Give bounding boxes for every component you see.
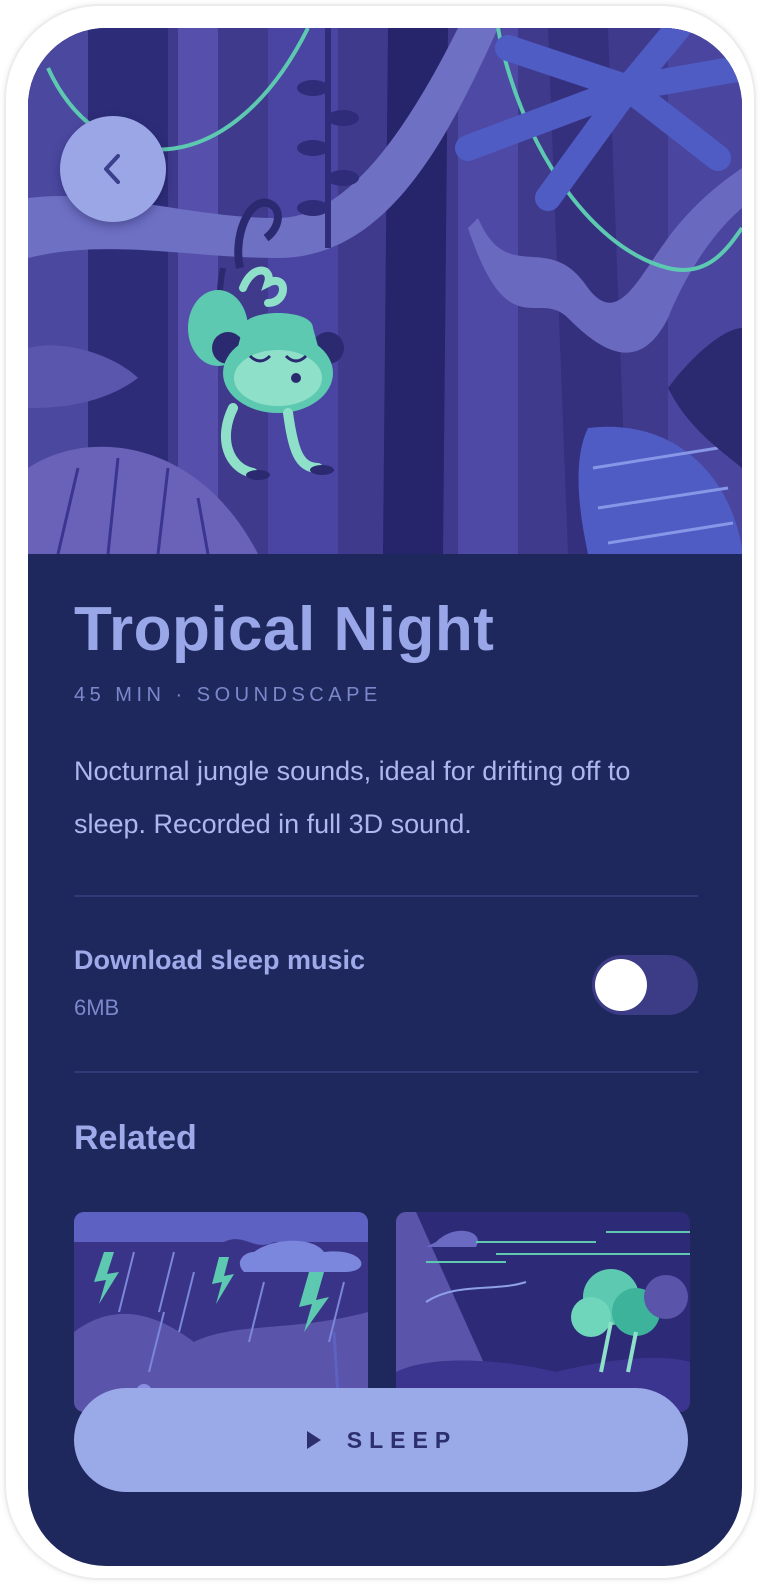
back-button[interactable]	[60, 116, 166, 222]
description: Nocturnal jungle sounds, ideal for drift…	[74, 756, 631, 840]
download-row: Download sleep music 6MB	[74, 897, 698, 1071]
sleep-button[interactable]: SLEEP	[74, 1388, 688, 1492]
duration-category: 45 MIN · SOUNDSCAPE	[74, 684, 382, 707]
toggle-knob	[595, 959, 647, 1012]
related-heading: Related	[74, 1119, 197, 1158]
divider	[74, 1071, 698, 1074]
related-cards	[74, 1212, 698, 1413]
download-size: 6MB	[74, 995, 120, 1021]
detail-content: Tropical Night 45 MIN · SOUNDSCAPE Noctu…	[74, 554, 698, 1413]
phone-frame: Tropical Night 45 MIN · SOUNDSCAPE Noctu…	[4, 4, 756, 1580]
hero-illustration	[28, 28, 742, 554]
page-title: Tropical Night	[74, 595, 495, 664]
related-card-storm[interactable]	[74, 1212, 368, 1413]
download-label: Download sleep music	[74, 945, 366, 976]
download-toggle[interactable]	[592, 955, 698, 1016]
screen: Tropical Night 45 MIN · SOUNDSCAPE Noctu…	[28, 28, 742, 1566]
related-card-wind[interactable]	[396, 1212, 690, 1413]
wind-illustration	[396, 1212, 690, 1413]
chevron-left-icon	[104, 154, 120, 184]
storm-illustration	[74, 1212, 368, 1413]
sleep-button-label: SLEEP	[346, 1426, 458, 1453]
play-icon	[306, 1431, 321, 1449]
